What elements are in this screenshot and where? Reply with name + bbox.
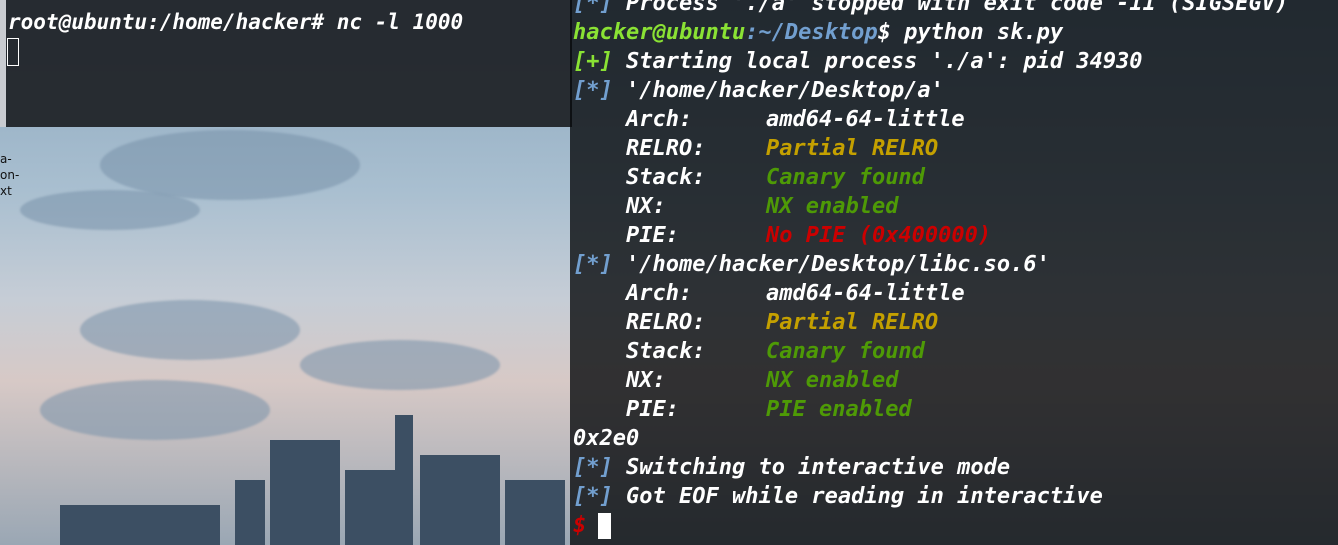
prompt-user: hacker@ubuntu xyxy=(573,20,746,45)
window-edge xyxy=(0,0,6,127)
root-prompt: root@ubuntu:/home/hacker# xyxy=(8,10,325,34)
building xyxy=(395,415,413,545)
building xyxy=(505,480,565,545)
desktop-icon-label[interactable]: a- xyxy=(0,152,14,166)
terminal-prompt-line: hacker@ubuntu:~/Desktop$ python sk.py xyxy=(573,18,1288,47)
terminal-window-exploit[interactable]: [*] Process './a' stopped with exit code… xyxy=(570,0,1338,545)
checksec-row: RELRO: Partial RELRO xyxy=(625,310,939,335)
leak-output: 0x2e0 xyxy=(573,426,640,451)
checksec-row: Arch: amd64-64-little xyxy=(625,107,965,132)
prompt-path: :~/Desktop xyxy=(745,20,878,45)
terminal-line: [*] '/home/hacker/Desktop/libc.so.6' xyxy=(573,252,1050,277)
command-text: python sk.py xyxy=(890,20,1064,45)
terminal-line: [*] Got EOF while reading in interactive xyxy=(573,484,1103,509)
checksec-row: RELRO: Partial RELRO xyxy=(625,136,939,161)
building xyxy=(270,440,340,545)
terminal-prompt-line: root@ubuntu:/home/hacker# nc -l 1000 xyxy=(8,10,463,34)
prompt-symbol: $ xyxy=(877,20,891,45)
building xyxy=(420,455,500,545)
cloud xyxy=(20,190,200,230)
cloud xyxy=(80,300,300,360)
building xyxy=(60,505,220,545)
terminal-line: [*] Switching to interactive mode xyxy=(573,455,1011,480)
cloud xyxy=(40,380,270,440)
cloud xyxy=(100,130,360,200)
checksec-row: NX: NX enabled xyxy=(625,194,899,219)
cloud xyxy=(300,340,500,390)
checksec-row: PIE: PIE enabled xyxy=(625,397,912,422)
checksec-row: Arch: amd64-64-little xyxy=(625,281,965,306)
checksec-row: PIE: No PIE (0x400000) xyxy=(625,223,992,248)
building xyxy=(235,480,265,545)
building xyxy=(345,470,395,545)
desktop-icon-label[interactable]: on- xyxy=(0,168,19,182)
checksec-row: NX: NX enabled xyxy=(625,368,899,393)
interactive-prompt-symbol: $ xyxy=(573,513,587,538)
terminal-cursor[interactable] xyxy=(7,38,19,66)
checksec-row: Stack: Canary found xyxy=(625,165,925,190)
terminal-window-nc[interactable]: root@ubuntu:/home/hacker# nc -l 1000 xyxy=(0,0,572,127)
terminal-line: [*] '/home/hacker/Desktop/a' xyxy=(573,78,944,103)
terminal-line: [*] Process './a' stopped with exit code… xyxy=(573,0,1289,16)
terminal-line: [+] Starting local process './a': pid 34… xyxy=(573,49,1143,74)
checksec-row: Stack: Canary found xyxy=(625,339,925,364)
interactive-prompt-line[interactable]: $ xyxy=(573,511,1288,540)
terminal-cursor[interactable] xyxy=(598,513,612,539)
desktop-icon-label[interactable]: xt xyxy=(0,184,14,198)
nc-command: nc -l 1000 xyxy=(336,10,464,34)
